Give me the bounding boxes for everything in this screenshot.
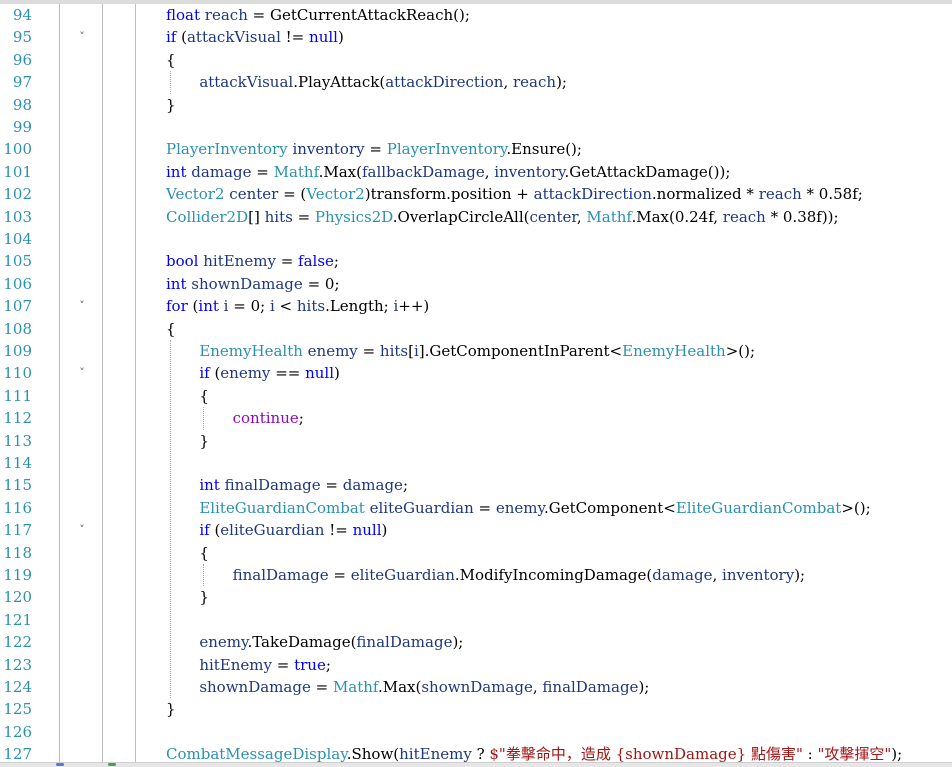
code-line[interactable]: attackVisual.PlayAttack(attackDirection,… <box>199 71 567 93</box>
line-number: 124 <box>3 678 32 696</box>
line-number: 121 <box>3 610 32 629</box>
line-number: 120 <box>3 588 32 607</box>
line-number: 109 <box>3 342 32 360</box>
code-line[interactable]: Vector2 center = (Vector2)transform.posi… <box>166 183 863 205</box>
line-number: 122 <box>3 633 32 652</box>
line-number: 110 <box>3 364 32 383</box>
line-number: 96 <box>12 50 32 69</box>
line-number: 126 <box>3 722 32 741</box>
code-line[interactable]: shownDamage = Mathf.Max(shownDamage, fin… <box>199 676 649 698</box>
line-number: 99 <box>12 118 32 136</box>
code-line[interactable]: { <box>199 542 209 564</box>
line-number: 103 <box>3 207 32 226</box>
code-editor[interactable]: 94 95 96 97 98 99 100 101 102 103 104 105 106 107 108 1… <box>0 4 952 766</box>
line-number: 125 <box>3 700 32 719</box>
gutter-separator <box>102 4 103 766</box>
code-line[interactable]: int damage = Mathf.Max(fallbackDamage, i… <box>166 161 730 183</box>
code-line[interactable]: enemy.TakeDamage(finalDamage); <box>199 631 463 653</box>
fold-chevron-icon[interactable]: ˅ <box>76 519 88 541</box>
line-number: 117 <box>3 521 32 540</box>
fold-chevron-icon[interactable]: ˅ <box>76 362 88 384</box>
editor-status-strip <box>0 762 952 767</box>
gutter-separator <box>59 4 60 766</box>
line-number: 119 <box>3 566 32 584</box>
indent-guide <box>203 407 205 430</box>
code-line[interactable]: } <box>166 698 176 720</box>
code-line[interactable]: bool hitEnemy = false; <box>166 250 339 272</box>
line-number: 113 <box>3 431 32 450</box>
code-line[interactable]: finalDamage = eliteGuardian.ModifyIncomi… <box>233 564 805 586</box>
code-line[interactable]: hitEnemy = true; <box>199 654 331 676</box>
code-line[interactable]: } <box>166 94 176 116</box>
line-number: 108 <box>3 319 32 338</box>
code-line[interactable]: Collider2D[] hits = Physics2D.OverlapCir… <box>166 206 839 228</box>
code-line[interactable]: int finalDamage = damage; <box>199 474 408 496</box>
line-number: 100 <box>3 140 32 159</box>
line-number: 123 <box>3 655 32 674</box>
code-line[interactable]: EliteGuardianCombat eliteGuardian = enem… <box>199 497 870 519</box>
line-number: 94 <box>12 6 32 24</box>
code-line[interactable]: int shownDamage = 0; <box>166 273 340 295</box>
line-number: 118 <box>3 543 32 562</box>
code-line[interactable]: PlayerInventory inventory = PlayerInvent… <box>166 138 582 160</box>
code-line[interactable]: if (eliteGuardian != null) <box>199 519 387 541</box>
line-number: 105 <box>3 252 32 271</box>
indent-guide <box>170 340 171 699</box>
line-number: 116 <box>3 498 32 517</box>
code-line[interactable]: float reach = GetCurrentAttackReach(); <box>166 4 470 26</box>
code-line[interactable]: { <box>199 385 209 407</box>
gutter-separator <box>135 4 136 766</box>
fold-chevron-icon[interactable]: ˅ <box>76 295 88 317</box>
line-number: 101 <box>3 162 32 181</box>
indent-guide <box>170 71 171 94</box>
line-number: 115 <box>3 476 32 495</box>
code-line[interactable]: if (enemy == null) <box>199 362 340 384</box>
indent-guide <box>203 564 205 587</box>
line-number: 111 <box>3 386 32 405</box>
line-number: 97 <box>12 73 32 92</box>
line-number: 112 <box>3 409 32 428</box>
line-number: 95 <box>12 28 32 47</box>
code-line[interactable]: continue; <box>233 407 304 429</box>
code-line[interactable]: } <box>199 586 209 608</box>
code-line[interactable]: if (attackVisual != null) <box>166 26 344 48</box>
line-number: 102 <box>3 185 32 204</box>
line-number: 107 <box>3 297 32 316</box>
line-number: 98 <box>12 95 32 114</box>
line-number: 106 <box>3 274 32 293</box>
line-number: 104 <box>3 230 32 248</box>
code-line[interactable]: for (int i = 0; i < hits.Length; i++) <box>166 295 429 317</box>
code-line[interactable]: EnemyHealth enemy = hits[i].GetComponent… <box>199 340 755 362</box>
line-number: 114 <box>3 454 32 472</box>
fold-chevron-icon[interactable]: ˅ <box>76 26 88 48</box>
code-line[interactable]: { <box>166 318 176 340</box>
code-line[interactable]: } <box>199 430 209 452</box>
code-line[interactable]: { <box>166 49 176 71</box>
